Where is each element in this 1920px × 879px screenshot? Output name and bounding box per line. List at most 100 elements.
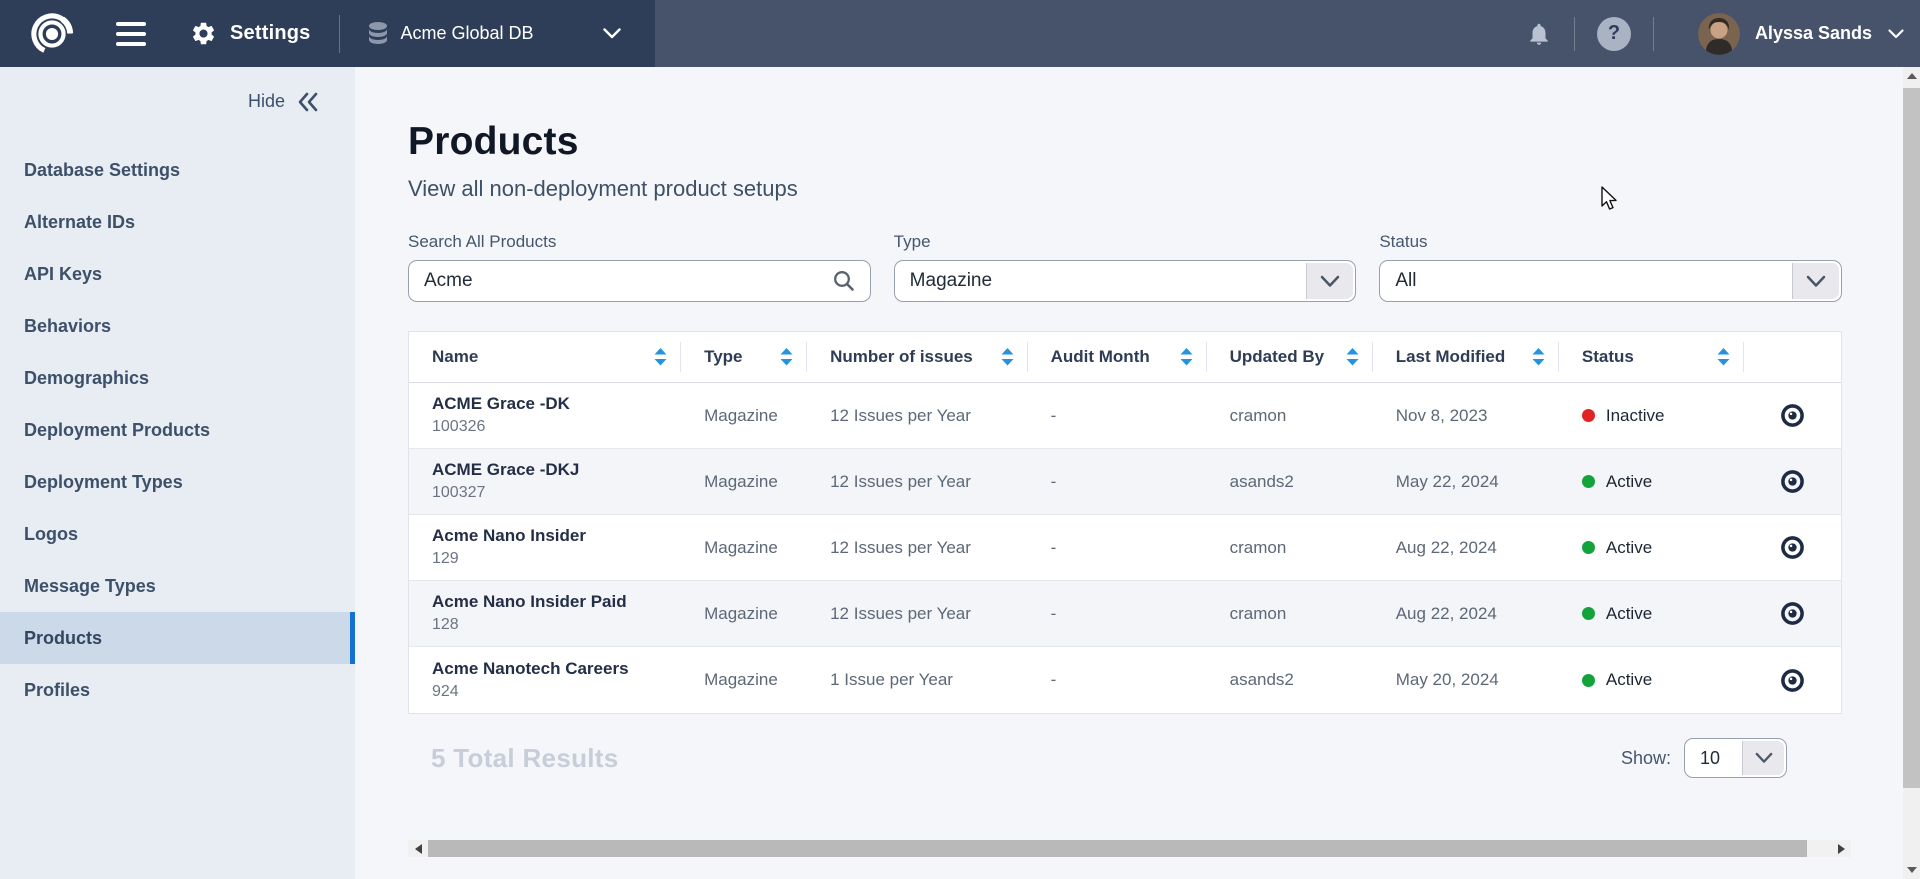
sort-arrows-icon[interactable]	[654, 348, 667, 366]
type-select[interactable]: Magazine	[894, 260, 1357, 302]
column-header-updated-by[interactable]: Updated By	[1207, 332, 1373, 382]
table-row[interactable]: Acme Nanotech Careers924Magazine1 Issue …	[409, 647, 1841, 713]
sidebar-hide-button[interactable]: Hide	[0, 67, 355, 120]
search-value: Acme	[409, 270, 832, 292]
column-header-type[interactable]: Type	[681, 332, 807, 382]
products-table: NameTypeNumber of issuesAudit MonthUpdat…	[408, 331, 1842, 714]
sidebar-item-logos[interactable]: Logos	[0, 508, 355, 560]
view-product-button[interactable]	[1744, 469, 1841, 494]
help-icon[interactable]: ?	[1597, 17, 1631, 51]
sort-arrows-icon[interactable]	[1717, 348, 1730, 366]
last-modified-cell: Nov 8, 2023	[1373, 406, 1559, 426]
sidebar-item-deployment-types[interactable]: Deployment Types	[0, 456, 355, 508]
product-name: ACME Grace -DKJ	[432, 459, 681, 482]
chevron-down-icon[interactable]	[1306, 263, 1353, 299]
column-header-audit-month[interactable]: Audit Month	[1028, 332, 1207, 382]
sort-arrows-icon[interactable]	[1180, 348, 1193, 366]
sidebar-item-label: Products	[24, 628, 102, 649]
status-badge: Active	[1606, 604, 1652, 624]
sidebar-item-profiles[interactable]: Profiles	[0, 664, 355, 716]
column-header-label: Status	[1582, 347, 1634, 367]
status-dot	[1582, 409, 1595, 422]
sidebar-item-behaviors[interactable]: Behaviors	[0, 300, 355, 352]
filters-row: Search All Products Acme Type Magazine S…	[408, 232, 1842, 302]
issues-cell: 12 Issues per Year	[807, 472, 1028, 492]
status-cell: Active	[1559, 670, 1744, 690]
table-row[interactable]: ACME Grace -DK100326Magazine12 Issues pe…	[409, 383, 1841, 449]
sidebar-nav: Database Settings Alternate IDs API KeysBe…	[0, 144, 355, 716]
last-modified-cell: May 20, 2024	[1373, 670, 1559, 690]
product-id: 100326	[432, 416, 681, 438]
table-row[interactable]: Acme Nano Insider129Magazine12 Issues pe…	[409, 515, 1841, 581]
settings-nav[interactable]: Settings	[190, 20, 311, 47]
chevron-down-icon[interactable]	[1742, 741, 1784, 775]
settings-sidebar: Hide Database Settings Alternate IDs API K…	[0, 67, 355, 879]
horizontal-scrollbar-thumb[interactable]	[428, 840, 1807, 857]
page-size-select[interactable]: 10	[1684, 738, 1787, 778]
sort-arrows-icon[interactable]	[780, 348, 793, 366]
sidebar-item-demographics[interactable]: Demographics	[0, 352, 355, 404]
updated-by-cell: cramon	[1207, 604, 1373, 624]
sidebar-item-database-settings[interactable]: Database Settings	[0, 144, 355, 196]
column-header-status[interactable]: Status	[1559, 332, 1744, 382]
column-header-name[interactable]: Name	[409, 332, 681, 382]
view-product-button[interactable]	[1744, 535, 1841, 560]
user-avatar[interactable]	[1698, 13, 1740, 55]
sidebar-item-label: Deployment Types	[24, 472, 183, 493]
column-header-number-of-issues[interactable]: Number of issues	[807, 332, 1028, 382]
database-selector[interactable]: Acme Global DB	[366, 21, 621, 47]
horizontal-scrollbar[interactable]	[408, 840, 1851, 857]
eye-icon	[1780, 469, 1805, 494]
sidebar-item-message-types[interactable]: Message Types	[0, 560, 355, 612]
table-body: ACME Grace -DK100326Magazine12 Issues pe…	[409, 383, 1841, 713]
scroll-right-arrow[interactable]	[1831, 840, 1851, 857]
status-dot	[1582, 541, 1595, 554]
scroll-left-arrow[interactable]	[408, 840, 428, 857]
eye-icon	[1780, 535, 1805, 560]
status-select[interactable]: All	[1379, 260, 1842, 302]
updated-by-cell: asands2	[1207, 472, 1373, 492]
view-product-button[interactable]	[1744, 403, 1841, 428]
sidebar-item-label: Deployment Products	[24, 420, 210, 441]
page-size-value: 10	[1685, 748, 1742, 769]
table-row[interactable]: ACME Grace -DKJ100327Magazine12 Issues p…	[409, 449, 1841, 515]
column-header-last-modified[interactable]: Last Modified	[1373, 332, 1559, 382]
search-icon[interactable]	[832, 269, 870, 293]
audit-month-cell: -	[1028, 538, 1207, 558]
vertical-scrollbar-thumb[interactable]	[1903, 88, 1920, 788]
sidebar-item-label: Alternate IDs	[24, 212, 135, 233]
sidebar-item-label: Database Settings	[24, 160, 180, 181]
search-input[interactable]: Acme	[408, 260, 871, 302]
app-logo-icon[interactable]	[30, 12, 74, 56]
sidebar-item-api-keys[interactable]: API Keys	[0, 248, 355, 300]
search-label: Search All Products	[408, 232, 871, 252]
product-id: 129	[432, 548, 681, 570]
chevron-down-icon[interactable]	[1888, 29, 1904, 39]
sort-arrows-icon[interactable]	[1001, 348, 1014, 366]
type-value: Magazine	[895, 270, 1307, 292]
sidebar-item-deployment-products[interactable]: Deployment Products	[0, 404, 355, 456]
sort-arrows-icon[interactable]	[1346, 348, 1359, 366]
type-filter-group: Type Magazine	[894, 232, 1357, 302]
view-product-button[interactable]	[1744, 668, 1841, 693]
audit-month-cell: -	[1028, 472, 1207, 492]
updated-by-cell: asands2	[1207, 670, 1373, 690]
view-product-button[interactable]	[1744, 601, 1841, 626]
eye-icon	[1780, 403, 1805, 428]
sidebar-item-label: Demographics	[24, 368, 149, 389]
sort-arrows-icon[interactable]	[1532, 348, 1545, 366]
notifications-bell-icon[interactable]	[1526, 20, 1552, 48]
menu-hamburger-icon[interactable]	[116, 22, 146, 46]
sidebar-item-alternate-ids[interactable]: Alternate IDs	[0, 196, 355, 248]
scroll-up-arrow[interactable]	[1903, 67, 1920, 85]
scroll-down-arrow[interactable]	[1903, 861, 1920, 879]
vertical-scrollbar[interactable]	[1903, 67, 1920, 879]
status-cell: Active	[1559, 604, 1744, 624]
table-row[interactable]: Acme Nano Insider Paid128Magazine12 Issu…	[409, 581, 1841, 647]
sidebar-item-products[interactable]: Products	[0, 612, 355, 664]
product-id: 924	[432, 681, 681, 703]
database-name: Acme Global DB	[401, 23, 534, 44]
chevron-down-icon[interactable]	[1792, 263, 1839, 299]
product-name-cell: Acme Nanotech Careers924	[409, 658, 681, 703]
sidebar-item-label: Profiles	[24, 680, 90, 701]
